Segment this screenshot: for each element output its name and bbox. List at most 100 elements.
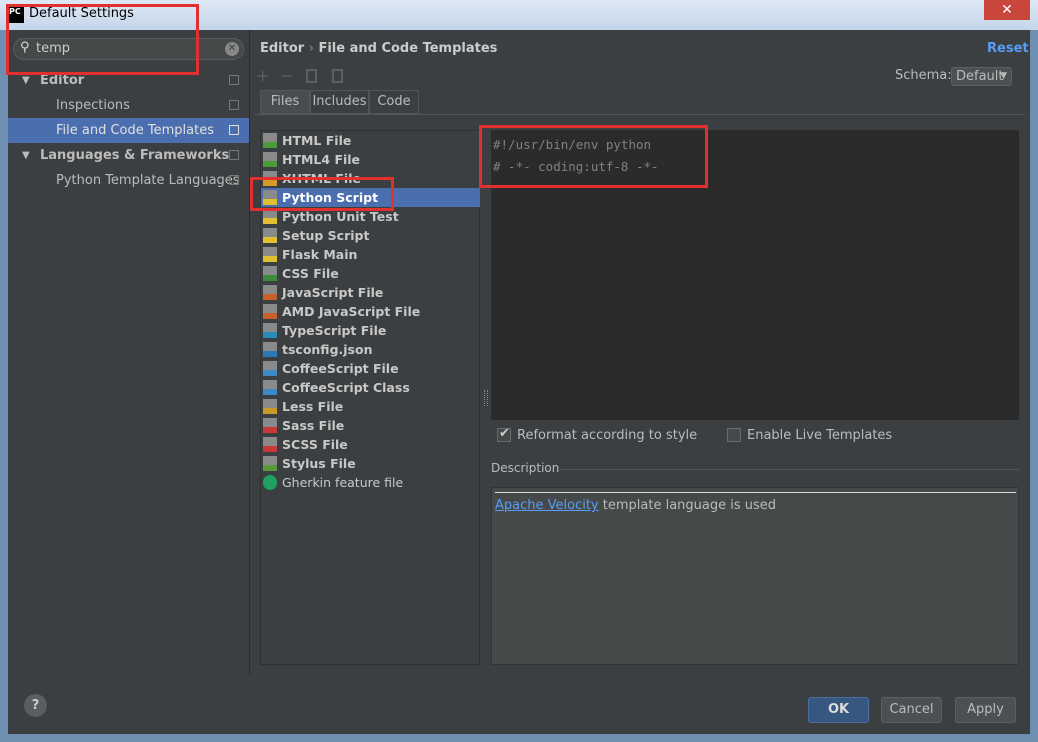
template-label: Setup Script: [282, 228, 370, 243]
description-panel: Apache Velocity template language is use…: [491, 487, 1019, 665]
tree-label: File and Code Templates: [56, 123, 214, 138]
template-item[interactable]: JavaScript File: [261, 283, 480, 302]
python-icon: [263, 209, 277, 224]
template-label: Less File: [282, 399, 344, 414]
reset-link[interactable]: Reset: [987, 41, 1029, 56]
button-label: Cancel: [889, 702, 934, 717]
template-label: Sass File: [282, 418, 345, 433]
template-item[interactable]: Setup Script: [261, 226, 480, 245]
css-file-icon: [263, 266, 277, 281]
template-item[interactable]: AMD JavaScript File: [261, 302, 480, 321]
tree-group-languages-frameworks[interactable]: ▼ Languages & Frameworks: [8, 143, 249, 168]
breadcrumb-separator: ›: [308, 41, 314, 56]
resize-handle[interactable]: [484, 390, 488, 406]
reset-template-icon[interactable]: [332, 69, 343, 83]
highlight-box-editor: [479, 125, 708, 188]
reformat-checkbox[interactable]: ✔: [497, 426, 511, 442]
tree-item-python-template-languages[interactable]: Python Template Languages: [8, 168, 249, 193]
tab-underline: [255, 114, 1025, 115]
coffeescript-icon: [263, 380, 277, 395]
description-rule: [495, 492, 1016, 493]
less-file-icon: [263, 399, 277, 414]
python-icon: [263, 247, 277, 262]
template-item[interactable]: SCSS File: [261, 435, 480, 454]
tree-label: Python Template Languages: [56, 173, 240, 188]
template-label: TypeScript File: [282, 323, 387, 338]
template-label: tsconfig.json: [282, 342, 373, 357]
tree-item-inspections[interactable]: Inspections: [8, 93, 249, 118]
remove-icon[interactable]: −: [280, 66, 293, 85]
schema-label: Schema:: [895, 68, 952, 83]
splitter[interactable]: [249, 30, 250, 675]
python-icon: [263, 228, 277, 243]
template-item[interactable]: Flask Main: [261, 245, 480, 264]
apache-velocity-link[interactable]: Apache Velocity: [495, 498, 599, 513]
template-item[interactable]: tsconfig.json: [261, 340, 480, 359]
help-button[interactable]: ?: [24, 694, 47, 717]
tab-files[interactable]: Files: [260, 90, 310, 114]
schema-dropdown[interactable]: Default ▼: [951, 67, 1012, 86]
tree-item-file-and-code-templates[interactable]: File and Code Templates: [8, 118, 249, 143]
sass-file-icon: [263, 418, 277, 433]
tree-label: Languages & Frameworks: [40, 148, 230, 163]
clear-search-icon[interactable]: ✕: [225, 42, 239, 56]
template-label: JavaScript File: [282, 285, 384, 300]
ok-button[interactable]: OK: [808, 697, 869, 723]
copy-icon: [229, 125, 239, 135]
js-file-icon: [263, 304, 277, 319]
highlight-box-python-script: [250, 177, 394, 211]
tab-label: Code: [377, 94, 411, 109]
copy-template-icon[interactable]: [306, 69, 317, 83]
description-divider: [560, 469, 1019, 470]
apply-button[interactable]: Apply: [955, 697, 1016, 723]
scss-file-icon: [263, 437, 277, 452]
gherkin-icon: [263, 475, 277, 490]
template-item[interactable]: Sass File: [261, 416, 480, 435]
template-item[interactable]: HTML File: [261, 131, 480, 150]
template-item[interactable]: Stylus File: [261, 454, 480, 473]
copy-icon: [229, 150, 239, 160]
json-file-icon: [263, 342, 277, 357]
tab-includes[interactable]: Includes: [310, 90, 369, 114]
tree-label: Inspections: [56, 98, 130, 113]
template-label: Python Unit Test: [282, 209, 399, 224]
copy-icon: [229, 175, 239, 185]
coffeescript-icon: [263, 361, 277, 376]
template-label: CSS File: [282, 266, 339, 281]
reformat-label[interactable]: Reformat according to style: [517, 428, 697, 443]
template-label: CoffeeScript Class: [282, 380, 410, 395]
template-label: Gherkin feature file: [282, 475, 404, 490]
template-label: Flask Main: [282, 247, 358, 262]
js-file-icon: [263, 285, 277, 300]
template-item[interactable]: Gherkin feature file: [261, 473, 480, 492]
copy-icon: [229, 100, 239, 110]
template-label: Stylus File: [282, 456, 356, 471]
close-window-button[interactable]: ✕: [984, 0, 1030, 20]
tab-label: Files: [270, 94, 300, 109]
html-file-icon: [263, 133, 277, 148]
highlight-box-search: [6, 4, 199, 75]
tab-code[interactable]: Code: [369, 90, 419, 114]
template-item[interactable]: HTML4 File: [261, 150, 480, 169]
schema-value: Default: [956, 69, 1004, 84]
chevron-down-icon: ▼: [1000, 71, 1007, 81]
button-label: Apply: [967, 702, 1004, 717]
template-label: SCSS File: [282, 437, 348, 452]
description-text: template language is used: [598, 498, 777, 513]
cancel-button[interactable]: Cancel: [881, 697, 942, 723]
breadcrumb-parent: Editor: [260, 41, 305, 56]
template-item[interactable]: CSS File: [261, 264, 480, 283]
template-item[interactable]: TypeScript File: [261, 321, 480, 340]
add-icon[interactable]: +: [256, 66, 269, 85]
help-icon: ?: [31, 698, 40, 713]
live-templates-checkbox[interactable]: [727, 428, 741, 442]
template-label: HTML4 File: [282, 152, 361, 167]
template-item[interactable]: Less File: [261, 397, 480, 416]
template-item[interactable]: CoffeeScript File: [261, 359, 480, 378]
live-templates-label[interactable]: Enable Live Templates: [747, 428, 892, 443]
template-label: AMD JavaScript File: [282, 304, 421, 319]
html-file-icon: [263, 152, 277, 167]
ts-file-icon: [263, 323, 277, 338]
stylus-file-icon: [263, 456, 277, 471]
template-item[interactable]: CoffeeScript Class: [261, 378, 480, 397]
